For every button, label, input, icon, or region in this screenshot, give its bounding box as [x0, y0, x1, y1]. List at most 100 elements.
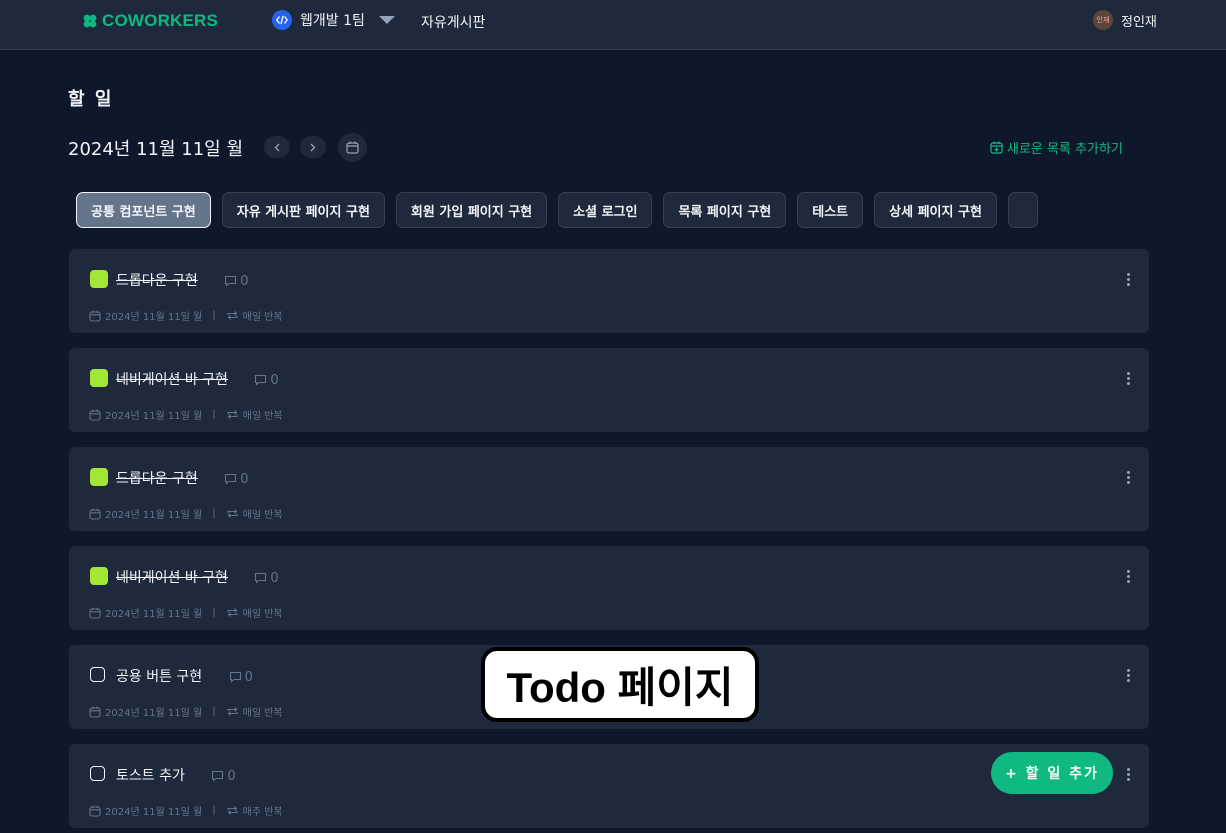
- task-title[interactable]: 드롭다운 구현: [116, 273, 198, 289]
- task-checkbox[interactable]: [90, 667, 105, 682]
- task-meta: 2024년 11월 11일 월 | 매일 반복: [89, 308, 283, 323]
- repeat-icon: [227, 410, 238, 419]
- team-name: 웹개발 1팀: [300, 13, 365, 29]
- repeat-icon: [227, 311, 238, 320]
- clover-icon: [83, 14, 97, 28]
- task-repeat: 매주 반복: [242, 807, 283, 818]
- calendar-icon: [89, 805, 101, 817]
- user-menu[interactable]: 인재 정인재: [1093, 10, 1157, 30]
- comment-icon: [255, 374, 267, 386]
- meta-divider: |: [212, 310, 216, 321]
- task-repeat: 매일 반복: [242, 609, 283, 620]
- comment-count: 0: [224, 274, 248, 289]
- prev-date-button[interactable]: [264, 136, 290, 158]
- meta-divider: |: [212, 805, 216, 816]
- comment-icon: [229, 671, 241, 683]
- comment-count: 0: [224, 472, 248, 487]
- repeat-icon: [227, 707, 238, 716]
- top-navbar: COWORKERS 웹개발 1팀 자유게시판 인재 정인재: [0, 0, 1226, 50]
- task-title[interactable]: 토스트 추가: [116, 768, 185, 784]
- comment-count: 0: [211, 769, 236, 784]
- tab-6[interactable]: 상세 페이지 구현: [874, 192, 997, 228]
- task-title[interactable]: 네비게이션 바 구현: [116, 372, 228, 388]
- task-title-row: 네비게이션 바 구현 0: [116, 567, 279, 587]
- comment-icon: [225, 275, 237, 287]
- user-name: 정인재: [1121, 14, 1157, 30]
- logo[interactable]: COWORKERS: [82, 11, 218, 31]
- meta-divider: |: [212, 607, 216, 618]
- task-card[interactable]: 네비게이션 바 구현 0 2024년 11월 11일 월 | 매일 반복: [69, 348, 1149, 432]
- page-title: 할 일: [68, 89, 114, 110]
- task-meta: 2024년 11월 11일 월 | 매주 반복: [89, 803, 283, 818]
- task-card[interactable]: 드롭다운 구현 0 2024년 11월 11일 월 | 매일 반복: [69, 447, 1149, 531]
- comment-icon: [212, 770, 224, 782]
- comment-icon: [255, 572, 267, 584]
- comment-count-value: 0: [270, 372, 279, 388]
- current-date: 2024년 11월 11일 월: [68, 139, 244, 160]
- comment-count-value: 0: [240, 471, 249, 487]
- task-title-row: 드롭다운 구현 0: [116, 270, 248, 290]
- task-checkbox[interactable]: [90, 766, 105, 781]
- repeat-icon: [227, 509, 238, 518]
- kebab-icon[interactable]: [1127, 669, 1131, 682]
- task-date: 2024년 11월 11일 월: [105, 708, 203, 719]
- comment-count: 0: [254, 570, 279, 586]
- task-title[interactable]: 공용 버튼 구현: [116, 669, 202, 685]
- comment-icon: [225, 473, 237, 485]
- kebab-icon[interactable]: [1127, 471, 1131, 484]
- comment-count-value: 0: [244, 669, 253, 685]
- task-title-row: 공용 버튼 구현 0: [116, 666, 253, 686]
- add-task-button[interactable]: + 할 일 추가: [991, 752, 1113, 794]
- calendar-icon: [89, 607, 101, 619]
- chevron-left-icon: [274, 143, 280, 151]
- calendar-icon: [89, 310, 101, 322]
- task-checkbox[interactable]: [90, 567, 108, 585]
- kebab-icon[interactable]: [1127, 273, 1131, 286]
- task-meta: 2024년 11월 11일 월 | 매일 반복: [89, 407, 283, 422]
- task-repeat: 매일 반복: [242, 411, 283, 422]
- meta-divider: |: [212, 706, 216, 717]
- free-board-link[interactable]: 자유게시판: [421, 12, 485, 32]
- task-card[interactable]: 네비게이션 바 구현 0 2024년 11월 11일 월 | 매일 반복: [69, 546, 1149, 630]
- repeat-icon: [227, 608, 238, 617]
- task-repeat: 매일 반복: [242, 312, 283, 323]
- task-card[interactable]: 토스트 추가 0 2024년 11월 11일 월 | 매주 반복: [69, 744, 1149, 828]
- tab-3[interactable]: 소셜 로그인: [558, 192, 653, 228]
- tab-0[interactable]: 공통 컴포넌트 구현: [76, 192, 211, 228]
- task-checkbox[interactable]: [90, 270, 108, 288]
- task-card[interactable]: 드롭다운 구현 0 2024년 11월 11일 월 | 매일 반복: [69, 249, 1149, 333]
- task-repeat: 매일 반복: [242, 708, 283, 719]
- team-selector[interactable]: 웹개발 1팀: [272, 10, 395, 30]
- next-date-button[interactable]: [300, 136, 326, 158]
- triangle-down-icon[interactable]: [378, 15, 395, 25]
- calendar-plus-icon: [990, 141, 1003, 154]
- tab-2[interactable]: 회원 가입 페이지 구현: [395, 192, 548, 228]
- tab-1[interactable]: 자유 게시판 페이지 구현: [221, 192, 385, 228]
- calendar-button[interactable]: [338, 133, 367, 162]
- calendar-icon: [89, 409, 101, 421]
- task-title[interactable]: 드롭다운 구현: [116, 471, 198, 487]
- tab-7[interactable]: [1007, 192, 1038, 228]
- task-title-row: 드롭다운 구현 0: [116, 468, 248, 488]
- task-date: 2024년 11월 11일 월: [105, 609, 203, 620]
- kebab-icon[interactable]: [1127, 372, 1131, 385]
- chevron-right-icon: [310, 143, 316, 151]
- calendar-icon: [346, 141, 359, 154]
- task-date: 2024년 11월 11일 월: [105, 510, 203, 521]
- kebab-icon[interactable]: [1127, 570, 1131, 583]
- overlay-caption: Todo 페이지: [481, 647, 759, 722]
- comment-count-value: 0: [270, 570, 279, 586]
- task-title[interactable]: 네비게이션 바 구현: [116, 570, 228, 586]
- calendar-icon: [89, 706, 101, 718]
- task-checkbox[interactable]: [90, 369, 108, 387]
- task-title-row: 토스트 추가 0: [116, 765, 236, 785]
- list-tabs: 공통 컴포넌트 구현 자유 게시판 페이지 구현 회원 가입 페이지 구현 소셜 로그…: [76, 192, 1149, 230]
- task-checkbox[interactable]: [90, 468, 108, 486]
- tab-4[interactable]: 목록 페이지 구현: [663, 192, 787, 228]
- kebab-icon[interactable]: [1127, 768, 1131, 781]
- comment-count: 0: [229, 670, 253, 685]
- add-list-label: 새로운 목록 추가하기: [1007, 142, 1123, 157]
- add-list-button[interactable]: 새로운 목록 추가하기: [990, 138, 1123, 157]
- tab-5[interactable]: 테스트: [797, 192, 864, 228]
- comment-count: 0: [254, 372, 279, 388]
